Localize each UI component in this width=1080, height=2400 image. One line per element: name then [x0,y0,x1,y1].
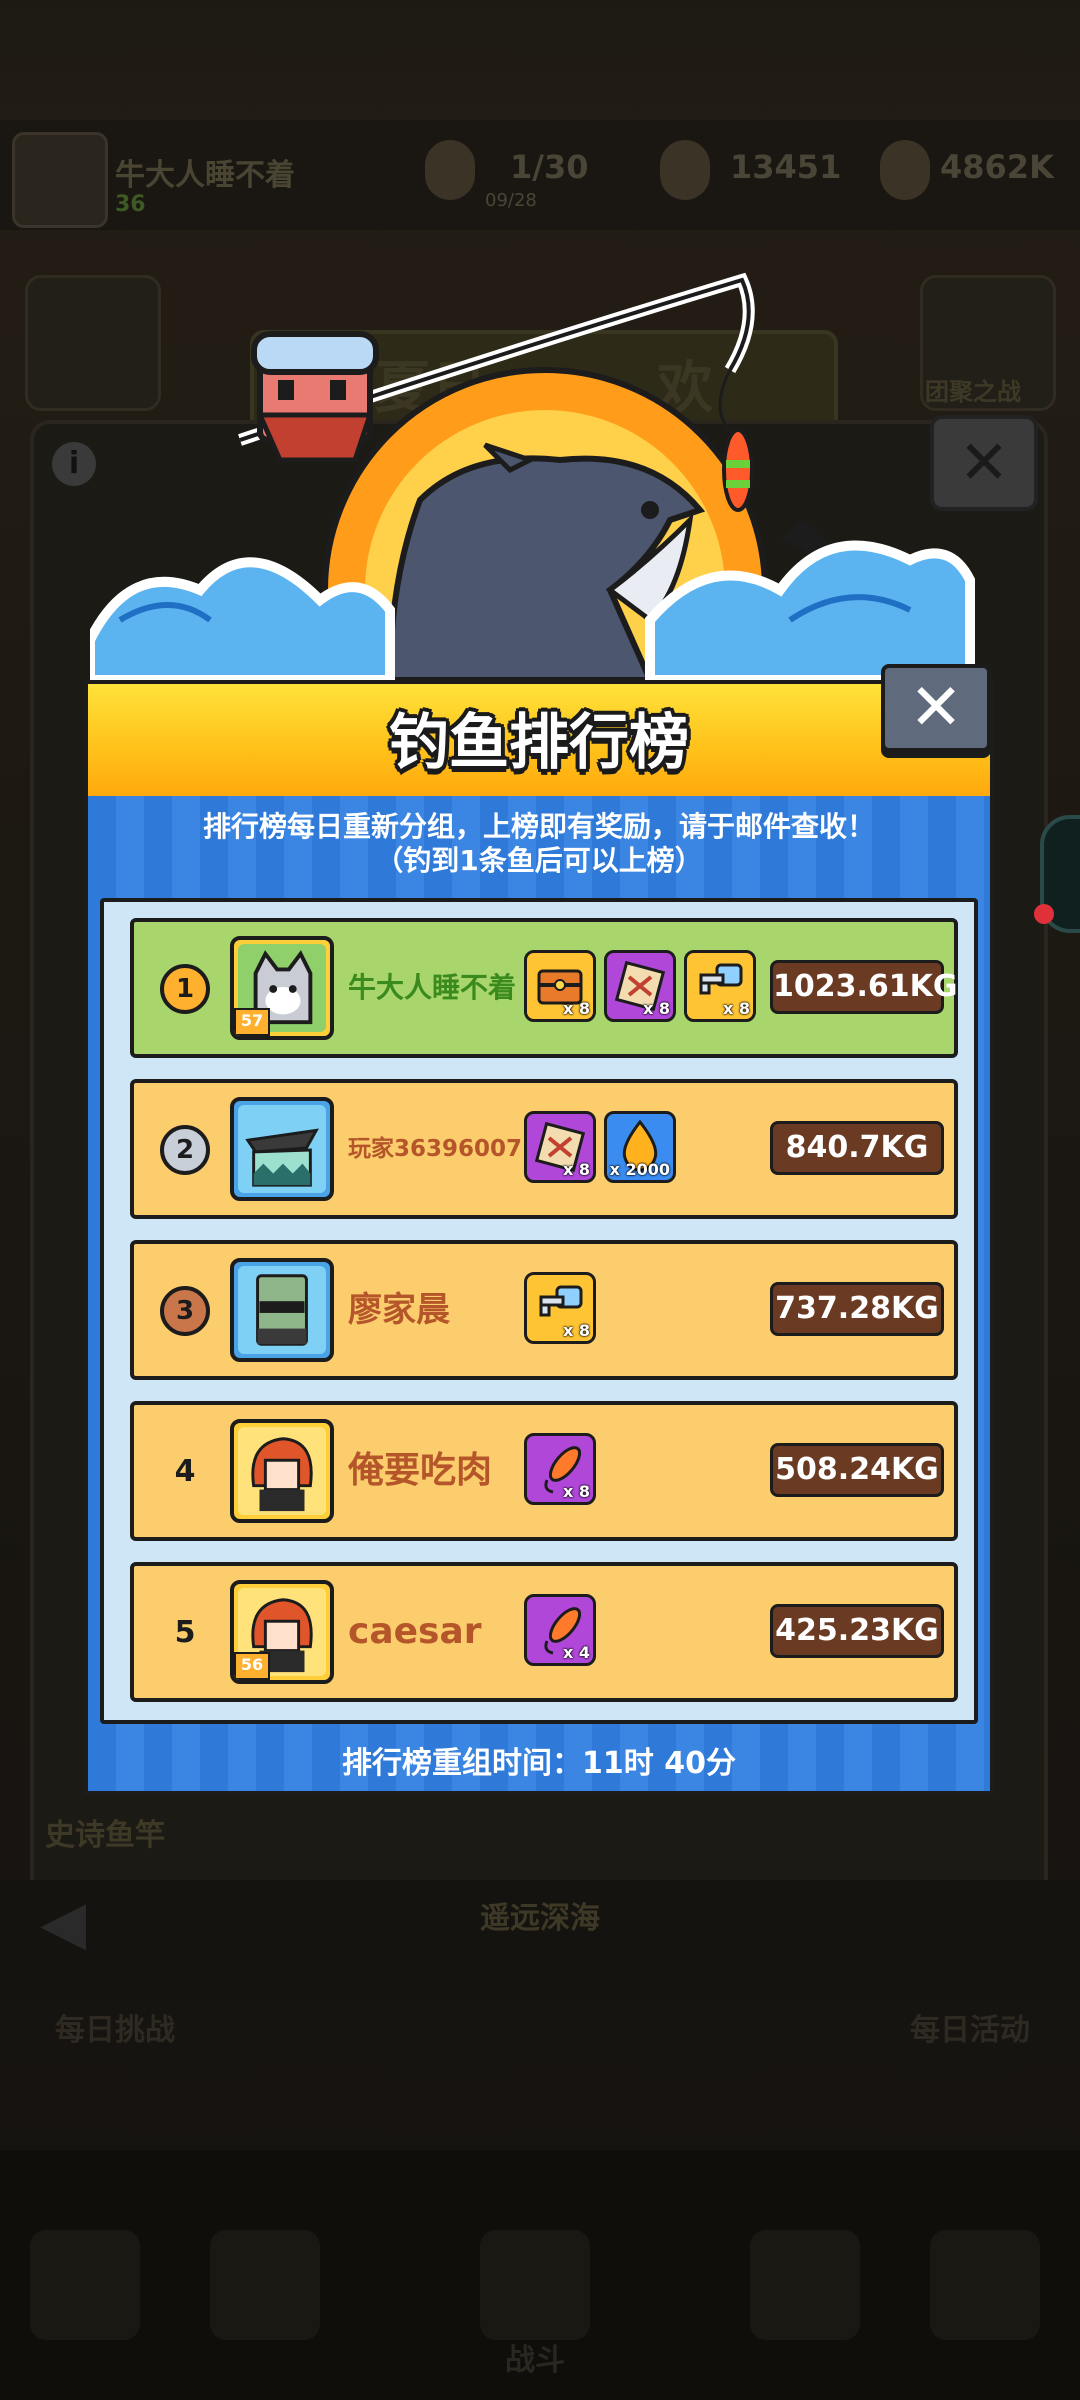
modal-title: 钓鱼排行榜 [389,708,689,778]
catch-weight: 425.23KG [770,1604,944,1658]
player-name: 牛大人睡不着 [348,971,517,1004]
key-icon[interactable]: x 8 [684,950,756,1022]
reward-count: x 8 [562,999,590,1018]
notification-dot [1034,904,1054,924]
map-icon[interactable]: x 8 [524,1111,596,1183]
reward-count: x 2000 [609,1160,670,1179]
catch-weight: 737.28KG [770,1282,944,1336]
leaderboard-list[interactable]: 1 57 牛大人睡不着 x 8 x 8 x 8 1023.61KG 2 玩家36… [100,898,978,1724]
reward-count: x 8 [562,1160,590,1179]
player-name: 牛大人睡不着 [115,158,295,193]
reward-count: x 8 [722,999,750,1018]
energy-count: 1/30 [510,148,589,186]
nav-map-icon[interactable] [930,2230,1040,2340]
avatar[interactable]: 56 [230,1580,334,1684]
catch-weight: 840.7KG [770,1121,944,1175]
rod-label: 史诗鱼竿 [45,1818,165,1853]
rank-medal-gold: 1 [160,964,210,1014]
avatar-level: 56 [234,1652,270,1680]
coin-icon [880,140,930,200]
nav-battle-icon[interactable] [480,2230,590,2340]
reset-timer: 排行榜重组时间：11时 40分 [342,1746,736,1781]
lure-art [722,428,754,512]
pirate-avatar-art [238,1105,326,1193]
chest-icon[interactable]: x 8 [524,950,596,1022]
daily-challenge-label[interactable]: 每日挑战 [55,2005,175,2049]
nav-hero-icon[interactable] [210,2230,320,2340]
gem-count: 13451 [730,148,842,186]
catch-weight: 508.24KG [770,1443,944,1497]
leaderboard-row[interactable]: 3 廖家晨 x 8 737.28KG [130,1240,958,1380]
player-name: 玩家36396007 [348,1136,523,1162]
reward-count: x 8 [562,1482,590,1501]
leaderboard-row[interactable]: 4 俺要吃肉 x 8 508.24KG [130,1401,958,1541]
lure-icon[interactable]: x 8 [524,1433,596,1505]
leaderboard-row[interactable]: 1 57 牛大人睡不着 x 8 x 8 x 8 1023.61KG [130,918,958,1058]
reward-count: x 8 [642,999,670,1018]
energy-timer: 09/28 [485,190,537,211]
reward-count: x 8 [562,1321,590,1340]
fisher-character-art [251,331,379,463]
rank-number: 5 [174,1615,196,1650]
avatar[interactable] [230,1258,334,1362]
avatar-level: 57 [234,1008,270,1036]
avatar[interactable]: 57 [230,936,334,1040]
player-name: caesar [348,1611,482,1652]
lure-icon[interactable]: x 4 [524,1594,596,1666]
leaderboard-modal: 钓鱼排行榜 ✕ 排行榜每日重新分组，上榜即有奖励，请于邮件查收！ （钓到1条鱼后… [84,664,994,1795]
zombie-avatar-art [238,1266,326,1354]
coin-count: 4862K [940,148,1054,186]
nav-gear-icon[interactable] [750,2230,860,2340]
leaderboard-row[interactable]: 5 56 caesar x 4 425.23KG [130,1562,958,1702]
reward-count: x 4 [562,1643,590,1662]
close-button[interactable]: ✕ [881,664,991,752]
avatar[interactable] [230,1097,334,1201]
rank-medal-silver: 2 [160,1125,210,1175]
catch-weight: 1023.61KG [770,960,958,1014]
nav-battle-label: 战斗 [505,2343,565,2378]
gem-icon [660,140,710,200]
energy-icon [425,140,475,200]
redhair-avatar-art [238,1427,326,1515]
player-name: 俺要吃肉 [348,1450,493,1491]
location-name: 遥远深海 [480,1901,600,1936]
leaderboard-notice: 排行榜每日重新分组，上榜即有奖励，请于邮件查收！ （钓到1条鱼后可以上榜） [84,810,994,878]
notice-line-2: （钓到1条鱼后可以上榜） [375,844,703,877]
nav-shop-icon[interactable] [30,2230,140,2340]
player-name: 廖家晨 [348,1290,450,1330]
rank-medal-bronze: 3 [160,1286,210,1336]
map-icon[interactable]: x 8 [604,950,676,1022]
oil-drop-icon[interactable]: x 2000 [604,1111,676,1183]
key-icon[interactable]: x 8 [524,1272,596,1344]
back-arrow-icon[interactable]: ◀ [40,1888,86,1958]
avatar[interactable] [230,1419,334,1523]
player-avatar[interactable] [12,132,108,228]
notice-line-1: 排行榜每日重新分组，上榜即有奖励，请于邮件查收！ [202,810,875,843]
fishing-header-art [90,272,975,680]
leaderboard-row[interactable]: 2 玩家36396007 x 8 x 2000 840.7KG [130,1079,958,1219]
close-icon: ✕ [909,671,963,745]
player-level: 36 [115,192,146,217]
daily-event-label[interactable]: 每日活动 [910,2005,1030,2049]
rank-number: 4 [174,1454,196,1489]
